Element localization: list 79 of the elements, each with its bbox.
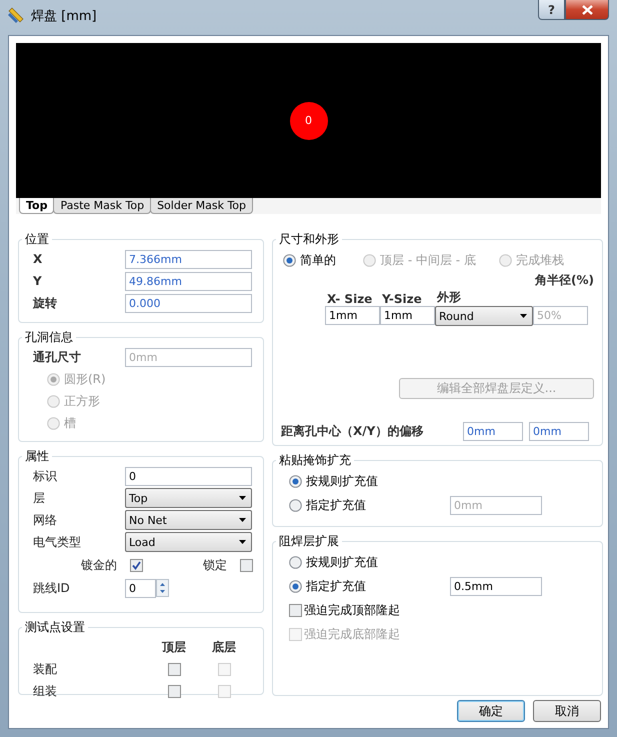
checkbox-label: 强迫完成顶部隆起 — [304, 602, 400, 618]
radio-button[interactable] — [283, 254, 296, 266]
dropdown[interactable]: Top — [125, 488, 252, 508]
column-header: 底层 — [211, 638, 237, 656]
checkbox[interactable] — [240, 558, 253, 572]
help-button[interactable]: ? — [538, 0, 565, 20]
pad-circle: 0 — [290, 102, 328, 140]
number-field[interactable]: 0 — [125, 578, 156, 598]
spin-button[interactable] — [156, 579, 169, 597]
field-label: Y — [33, 274, 43, 288]
radio-label: 简单的 — [300, 252, 336, 268]
radio-button[interactable] — [289, 498, 302, 512]
radio-button[interactable] — [289, 580, 302, 592]
radio-button[interactable] — [289, 556, 302, 568]
field-label: 旋转 — [33, 294, 58, 312]
radio-label: 按规则扩充值 — [306, 554, 379, 570]
checkbox[interactable] — [289, 604, 302, 616]
input-field[interactable]: 0.5mm — [450, 576, 542, 596]
input-field[interactable]: 0mm — [529, 422, 589, 441]
caret-icon — [239, 518, 246, 522]
radio-label: 按规则扩充值 — [306, 472, 379, 490]
radio-label: 指定扩充值 — [306, 578, 367, 594]
radio-label: 槽 — [64, 414, 76, 432]
checkbox[interactable] — [168, 662, 180, 676]
input-field[interactable]: 49.86mm — [125, 272, 252, 290]
group-title: 孔洞信息 — [24, 329, 74, 346]
field-label: 标识 — [33, 468, 58, 484]
ruler-icon — [7, 6, 25, 24]
dialog-button[interactable]: 取消 — [533, 700, 601, 722]
close-icon — [582, 4, 592, 14]
column-header: X- Size — [327, 292, 374, 306]
checkbox[interactable] — [168, 684, 180, 698]
dropdown[interactable]: Load — [125, 532, 252, 552]
group-title: 位置 — [24, 231, 50, 248]
caret-icon — [239, 540, 246, 544]
checkbox-label: 镀金的 — [81, 556, 118, 574]
input-field[interactable]: 0mm — [463, 422, 523, 441]
radio-label: 圆形(R) — [64, 370, 106, 388]
group-title: 属性 — [24, 448, 50, 465]
caret-icon — [520, 314, 527, 318]
column-header: Y-Size — [382, 292, 423, 306]
row-label: 装配 — [33, 660, 58, 678]
field-label: 通孔尺寸 — [33, 348, 82, 366]
field-label: 电气类型 — [33, 534, 82, 550]
radio-button[interactable] — [289, 474, 302, 488]
checkbox-label: 锁定 — [203, 556, 228, 574]
radio-label: 顶层 - 中间层 - 底 — [380, 252, 476, 268]
group-title: 尺寸和外形 — [278, 231, 340, 248]
field-label: X — [33, 252, 44, 266]
caret-icon — [239, 496, 246, 500]
group-title: 阻焊层扩展 — [278, 533, 340, 550]
tab[interactable]: Solder Mask Top — [150, 198, 254, 214]
radio-label: 正方形 — [64, 392, 100, 410]
checkbox[interactable] — [130, 558, 143, 572]
column-header: 外形 — [437, 289, 461, 306]
close-button[interactable] — [565, 0, 609, 20]
input-field[interactable]: 7.366mm — [125, 250, 252, 268]
tab[interactable]: Paste Mask Top — [53, 198, 152, 214]
field-label: 层 — [33, 490, 46, 506]
tab[interactable]: Top — [19, 198, 54, 214]
radio-label: 指定扩充值 — [306, 496, 367, 514]
input-field[interactable]: 1mm — [325, 306, 380, 325]
dropdown[interactable]: Round — [435, 306, 533, 326]
column-header: 角半径(%) — [535, 272, 594, 288]
group-title: 测试点设置 — [24, 619, 86, 636]
input-field[interactable]: 0 — [125, 466, 252, 486]
dropdown[interactable]: No Net — [125, 510, 252, 530]
group-title: 粘贴掩饰扩充 — [278, 452, 352, 469]
row-label: 组装 — [33, 682, 58, 700]
column-header: 顶层 — [160, 638, 187, 656]
window-title: 焊盘 [mm] — [31, 8, 97, 25]
input-field[interactable]: 0.000 — [125, 294, 252, 312]
field-label: 跳线ID — [33, 580, 71, 596]
input-field[interactable]: 1mm — [380, 306, 435, 325]
field-label: 距离孔中心（X/Y）的偏移 — [281, 423, 424, 440]
field-label: 网络 — [33, 512, 58, 528]
radio-label: 完成堆栈 — [516, 252, 564, 268]
dialog-button[interactable]: 确定 — [457, 700, 525, 722]
checkbox-label: 强迫完成底部隆起 — [304, 626, 400, 642]
